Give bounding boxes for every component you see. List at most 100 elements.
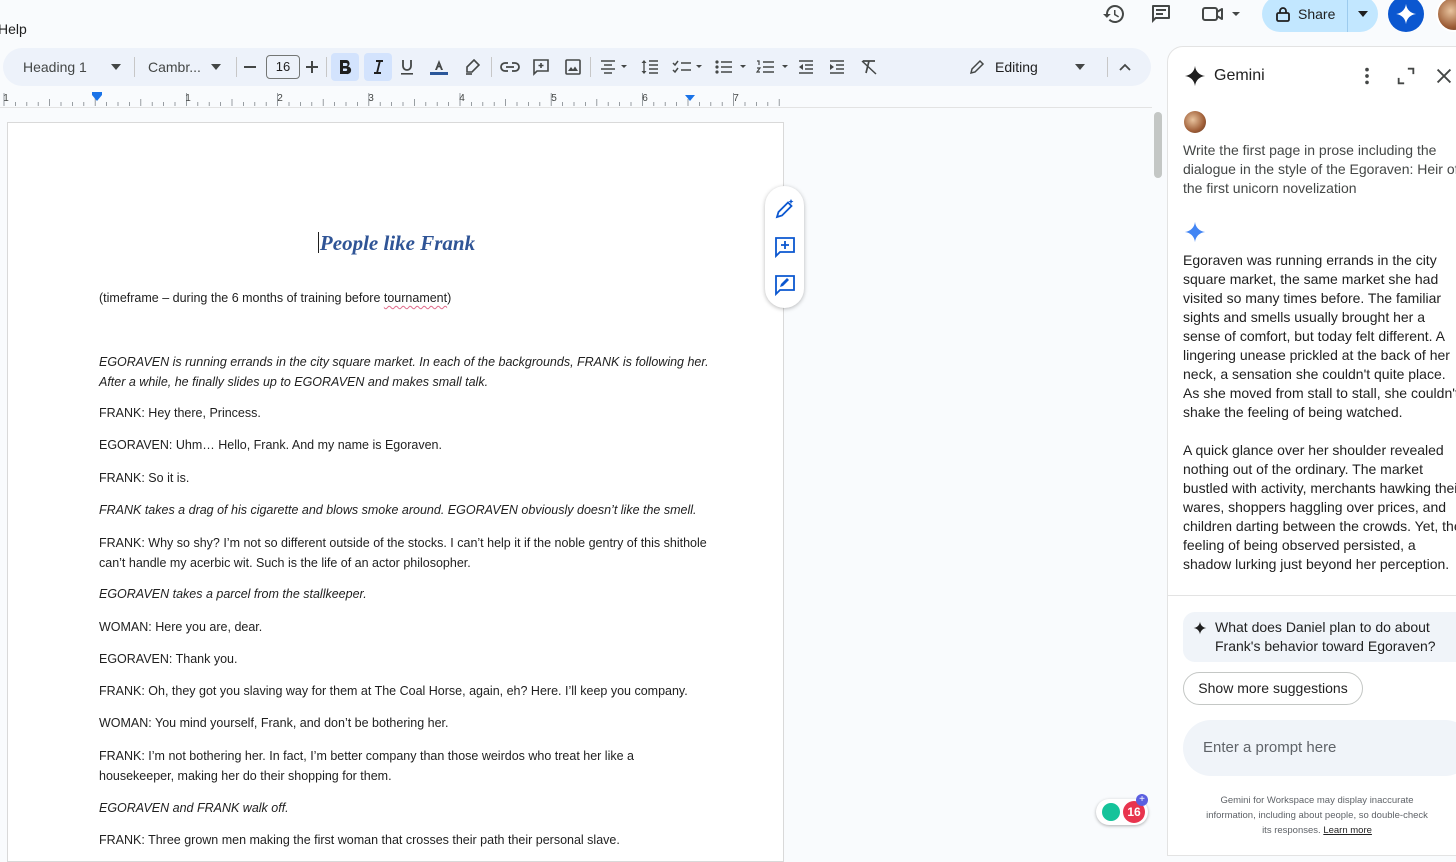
ruler-label: 2 bbox=[277, 93, 283, 104]
help-me-write-icon[interactable] bbox=[773, 197, 797, 221]
ruler-label: 7 bbox=[733, 93, 739, 104]
decrease-indent-button[interactable] bbox=[798, 48, 814, 86]
close-icon[interactable] bbox=[1433, 65, 1455, 87]
floating-actions bbox=[765, 186, 804, 308]
insert-link-button[interactable] bbox=[500, 48, 520, 86]
response-paragraph: A quick glance over her shoulder reveale… bbox=[1183, 442, 1456, 572]
more-options-icon[interactable] bbox=[1356, 65, 1378, 87]
insert-comment-button[interactable] bbox=[532, 48, 550, 86]
paragraph-style-select[interactable]: Heading 1 bbox=[23, 48, 123, 86]
stage-direction[interactable]: EGORAVEN takes a parcel from the stallke… bbox=[99, 585, 709, 605]
font-size-input[interactable]: 16 bbox=[266, 55, 300, 79]
gemini-response: Egoraven was running errands in the city… bbox=[1183, 251, 1456, 593]
align-center-icon bbox=[601, 60, 627, 74]
expand-icon[interactable] bbox=[1395, 65, 1417, 87]
font-value: Cambr... bbox=[148, 59, 201, 75]
image-icon bbox=[565, 59, 581, 75]
dialogue-line[interactable]: WOMAN: Here you are, dear. bbox=[99, 618, 709, 638]
editing-mode-select[interactable]: Editing bbox=[969, 48, 1093, 86]
user-avatar bbox=[1184, 111, 1206, 133]
clear-formatting-button[interactable] bbox=[860, 48, 878, 86]
grammarly-widget[interactable]: 16 + bbox=[1096, 794, 1148, 825]
increase-font-size-button[interactable] bbox=[305, 48, 319, 86]
document-page[interactable]: People like Frank (timeframe – during th… bbox=[7, 122, 784, 862]
share-dropdown-button[interactable] bbox=[1348, 0, 1378, 32]
toolbar-divider bbox=[1107, 57, 1108, 77]
decrease-font-size-button[interactable] bbox=[243, 48, 257, 86]
dialogue-line[interactable]: WOMAN: You mind yourself, Frank, and don… bbox=[99, 714, 709, 734]
show-more-suggestions-button[interactable]: Show more suggestions bbox=[1183, 672, 1363, 705]
stage-direction[interactable]: EGORAVEN and FRANK walk off. bbox=[99, 799, 709, 819]
ruler-ticks: 1 1 2 3 4 5 6 7 bbox=[3, 92, 780, 106]
dialogue-line[interactable]: FRANK: Why so shy? I’m not so different … bbox=[99, 534, 709, 573]
dialogue-line[interactable]: FRANK: So it is. bbox=[99, 469, 709, 489]
sparkle-icon bbox=[1193, 621, 1207, 635]
comments-icon[interactable] bbox=[1149, 2, 1173, 26]
increase-indent-button[interactable] bbox=[829, 48, 845, 86]
font-select[interactable]: Cambr... bbox=[148, 48, 228, 86]
clear-formatting-icon bbox=[861, 60, 877, 75]
paragraph-style-value: Heading 1 bbox=[23, 59, 87, 75]
align-button[interactable] bbox=[599, 48, 629, 86]
ruler-label: 5 bbox=[551, 93, 557, 104]
hide-menus-button[interactable] bbox=[1119, 48, 1131, 86]
ruler-label: 1 bbox=[185, 93, 191, 104]
timeframe-text: (timeframe – during the 6 months of trai… bbox=[99, 291, 384, 305]
text-cursor bbox=[317, 232, 319, 253]
dialogue-line[interactable]: FRANK: Hey there, Princess. bbox=[99, 404, 709, 424]
insert-image-button[interactable] bbox=[564, 48, 582, 86]
add-comment-icon[interactable] bbox=[773, 235, 797, 259]
checklist-button[interactable] bbox=[672, 48, 706, 86]
document-title-text: People like Frank bbox=[319, 231, 476, 255]
timeframe-line[interactable]: (timeframe – during the 6 months of trai… bbox=[99, 289, 709, 309]
gemini-side-panel: Gemini Write the first page in prose inc… bbox=[1167, 46, 1456, 856]
misspelled-word[interactable]: tournament bbox=[384, 291, 447, 305]
checklist-icon bbox=[672, 60, 702, 74]
document-title[interactable]: People like Frank bbox=[8, 231, 785, 256]
meet-icon[interactable] bbox=[1200, 2, 1244, 26]
grammarly-plus-icon: + bbox=[1136, 794, 1148, 806]
learn-more-link[interactable]: Learn more bbox=[1323, 825, 1372, 836]
chevron-down-icon bbox=[211, 64, 221, 70]
highlight-color-button[interactable] bbox=[464, 48, 480, 86]
text-color-button[interactable] bbox=[430, 48, 448, 86]
panel-divider bbox=[1168, 595, 1456, 596]
toolbar-divider bbox=[134, 57, 135, 77]
version-history-icon[interactable] bbox=[1102, 2, 1126, 26]
dialogue-line[interactable]: FRANK: Oh, they got you slaving way for … bbox=[99, 682, 709, 702]
bold-button[interactable] bbox=[331, 53, 359, 81]
pencil-icon bbox=[969, 59, 985, 75]
toolbar-divider bbox=[236, 57, 237, 77]
editing-mode-value: Editing bbox=[995, 59, 1038, 75]
timeframe-close: ) bbox=[447, 291, 452, 305]
dialogue-line[interactable]: EGORAVEN: Thank you. bbox=[99, 650, 709, 670]
line-spacing-icon bbox=[641, 60, 658, 74]
suggest-edits-icon[interactable] bbox=[773, 273, 797, 297]
prompt-input[interactable]: Enter a prompt here bbox=[1183, 720, 1456, 776]
numbered-list-button[interactable] bbox=[756, 48, 792, 86]
disclaimer-text: Gemini for Workspace may display inaccur… bbox=[1206, 795, 1428, 836]
ruler-label: 6 bbox=[642, 93, 648, 104]
account-avatar[interactable] bbox=[1436, 0, 1456, 32]
horizontal-ruler[interactable]: 1 1 2 3 4 5 6 7 bbox=[0, 90, 1152, 108]
toolbar-divider bbox=[590, 57, 591, 77]
underline-button[interactable] bbox=[400, 48, 414, 86]
italic-button[interactable] bbox=[364, 53, 392, 81]
stage-direction[interactable]: FRANK takes a drag of his cigarette and … bbox=[99, 501, 709, 521]
menu-help[interactable]: Help bbox=[0, 21, 27, 37]
first-line-indent-marker bbox=[92, 92, 102, 95]
share-button[interactable]: Share bbox=[1262, 0, 1378, 32]
left-indent-marker bbox=[92, 95, 102, 101]
line-spacing-button[interactable] bbox=[641, 48, 659, 86]
stage-direction[interactable]: EGORAVEN is running errands in the city … bbox=[99, 353, 709, 392]
dialogue-line[interactable]: EGORAVEN: Uhm… Hello, Frank. And my name… bbox=[99, 436, 709, 456]
bulleted-list-button[interactable] bbox=[714, 48, 750, 86]
gemini-toggle-button[interactable] bbox=[1388, 0, 1424, 32]
grammarly-logo-icon bbox=[1102, 803, 1120, 821]
text-color-icon bbox=[430, 60, 448, 75]
bold-icon bbox=[340, 59, 352, 75]
suggestion-chip[interactable]: What does Daniel plan to do about Frank'… bbox=[1183, 612, 1456, 662]
dialogue-line[interactable]: FRANK: I’m not bothering her. In fact, I… bbox=[99, 747, 709, 786]
minus-icon bbox=[244, 66, 256, 68]
document-scrollbar[interactable] bbox=[1154, 112, 1162, 178]
